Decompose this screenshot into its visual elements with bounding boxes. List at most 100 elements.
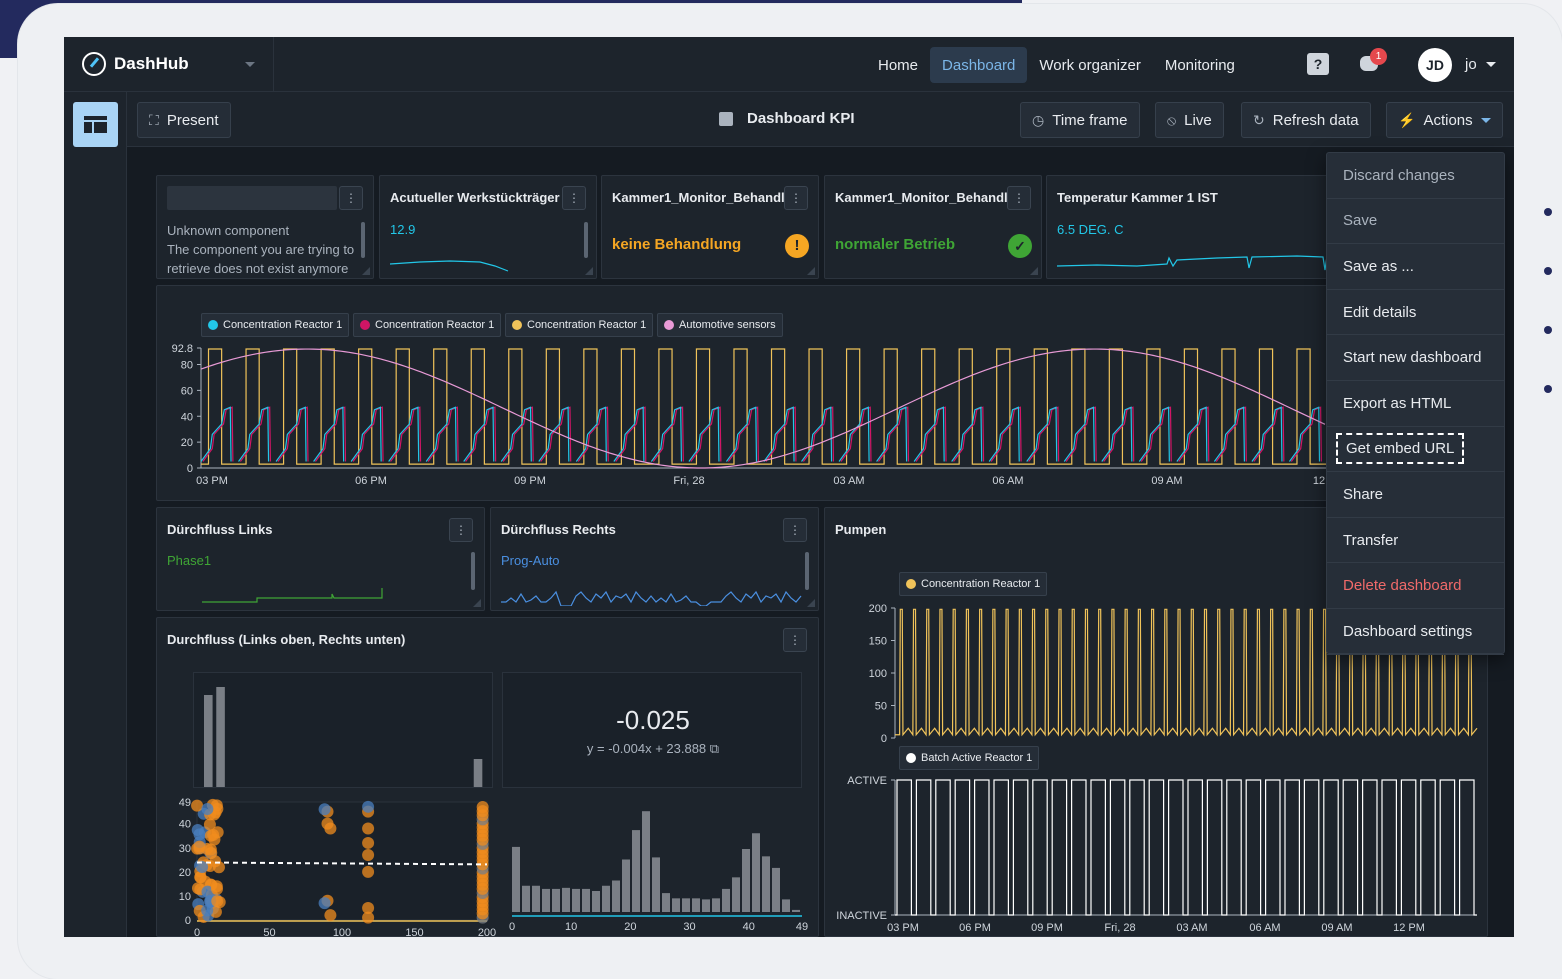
panel-menu-button[interactable]: ⋮ — [339, 186, 363, 210]
panel-menu-button[interactable]: ⋮ — [562, 186, 586, 210]
resize-handle[interactable] — [807, 599, 815, 607]
scatter-point[interactable] — [362, 849, 374, 861]
histogram-bar[interactable] — [512, 847, 520, 912]
panel-menu-button[interactable]: ⋮ — [449, 518, 473, 542]
resize-handle[interactable] — [362, 267, 370, 275]
panel-menu-button[interactable]: ⋮ — [783, 518, 807, 542]
resize-handle[interactable] — [585, 267, 593, 275]
actions-button[interactable]: ⚡ Actions — [1386, 102, 1503, 138]
legend-item[interactable]: Batch Active Reactor 1 — [899, 746, 1039, 770]
histogram-bar[interactable] — [772, 868, 780, 912]
panel-menu-button[interactable]: ⋮ — [784, 186, 808, 210]
avatar[interactable]: JD — [1418, 48, 1452, 82]
histogram-bar[interactable] — [752, 833, 760, 912]
histogram-bar[interactable] — [216, 687, 225, 787]
scatter-point[interactable] — [362, 912, 374, 924]
histogram-bar[interactable] — [712, 898, 720, 912]
menu-item-save[interactable]: Save — [1327, 199, 1504, 245]
histogram-top[interactable] — [193, 672, 493, 788]
histogram-bar[interactable] — [612, 881, 620, 913]
menu-item-save-as[interactable]: Save as ... — [1327, 244, 1504, 290]
resize-handle[interactable] — [807, 267, 815, 275]
menu-item-export-as-html[interactable]: Export as HTML — [1327, 381, 1504, 427]
histogram-bar[interactable] — [204, 695, 213, 787]
histogram-bar[interactable] — [642, 811, 650, 912]
menu-item-share[interactable]: Share — [1327, 472, 1504, 518]
nav-item-dashboard[interactable]: Dashboard — [930, 47, 1027, 83]
legend-item[interactable]: Concentration Reactor 1 — [899, 572, 1047, 596]
nav-item-work-organizer[interactable]: Work organizer — [1027, 47, 1152, 83]
histogram-bar[interactable] — [592, 891, 600, 912]
histogram-bar[interactable] — [682, 898, 690, 912]
user-name[interactable]: jo — [1465, 56, 1477, 73]
legend-item[interactable]: Concentration Reactor 1 — [353, 313, 501, 337]
notifications-button[interactable]: 1 — [1360, 53, 1382, 75]
scatter-point[interactable] — [362, 822, 374, 834]
scrollbar[interactable] — [805, 552, 809, 590]
layout-toggle-button[interactable] — [73, 102, 118, 147]
scrollbar[interactable] — [584, 222, 588, 258]
scatter-point[interactable] — [324, 822, 336, 834]
scatter-point[interactable] — [362, 801, 374, 813]
histogram-bar[interactable] — [582, 889, 590, 912]
scatter-chart[interactable]: 0 10 20 30 40 49 0 50 100 150 200 — [157, 794, 497, 937]
panel-menu-button[interactable]: ⋮ — [1007, 186, 1031, 210]
histogram-bar[interactable] — [792, 910, 800, 912]
histogram-bar[interactable] — [742, 849, 750, 912]
scatter-point[interactable] — [211, 895, 223, 907]
legend-item[interactable]: Automotive sensors — [657, 313, 783, 337]
scatter-point[interactable] — [208, 834, 220, 846]
series-line[interactable] — [895, 780, 1477, 915]
scatter-point[interactable] — [319, 897, 331, 909]
legend-item[interactable]: Concentration Reactor 1 — [505, 313, 653, 337]
histogram-bottom[interactable]: 0 10 20 30 40 49 — [502, 794, 812, 937]
live-button[interactable]: ⦸ Live — [1155, 102, 1224, 138]
app-logo[interactable]: DashHub — [82, 52, 189, 76]
menu-item-start-new-dashboard[interactable]: Start new dashboard — [1327, 335, 1504, 381]
scatter-point[interactable] — [324, 909, 336, 921]
chevron-down-icon[interactable] — [1486, 62, 1496, 67]
histogram-bar[interactable] — [732, 877, 740, 912]
menu-item-get-embed-url[interactable]: Get embed URL — [1327, 427, 1504, 473]
scatter-point[interactable] — [201, 904, 213, 916]
histogram-bar[interactable] — [474, 759, 483, 787]
histogram-bar[interactable] — [702, 899, 710, 912]
menu-item-delete-dashboard[interactable]: Delete dashboard — [1327, 563, 1504, 609]
series-line[interactable] — [201, 407, 1319, 461]
scatter-point[interactable] — [477, 801, 489, 813]
histogram-bar[interactable] — [662, 893, 670, 912]
pumpen-chart-bottom[interactable]: INACTIVE ACTIVE 03 PM 06 PM 09 PM Fri, 28 03 A… — [825, 770, 1488, 937]
histogram-bar[interactable] — [632, 830, 640, 912]
time-frame-button[interactable]: ◷ Time frame — [1020, 102, 1140, 138]
scatter-point[interactable] — [362, 837, 374, 849]
histogram-bar[interactable] — [562, 888, 570, 912]
scrollbar[interactable] — [471, 552, 475, 590]
histogram-bar[interactable] — [672, 898, 680, 912]
menu-item-transfer[interactable]: Transfer — [1327, 518, 1504, 564]
nav-item-home[interactable]: Home — [866, 47, 930, 83]
scatter-point[interactable] — [191, 800, 203, 812]
histogram-bar[interactable] — [652, 857, 660, 912]
panel-menu-button[interactable]: ⋮ — [783, 628, 807, 652]
histogram-bar[interactable] — [782, 899, 790, 912]
series-line[interactable] — [201, 349, 1327, 464]
legend-item[interactable]: Concentration Reactor 1 — [201, 313, 349, 337]
scatter-point[interactable] — [193, 841, 205, 853]
histogram-bar[interactable] — [622, 860, 630, 913]
menu-item-edit-details[interactable]: Edit details — [1327, 290, 1504, 336]
series-line[interactable] — [201, 349, 1325, 468]
histogram-bar[interactable] — [552, 889, 560, 912]
histogram-bar[interactable] — [692, 898, 700, 912]
series-line[interactable] — [203, 407, 1321, 461]
histogram-bar[interactable] — [722, 889, 730, 912]
resize-handle[interactable] — [473, 599, 481, 607]
scatter-point[interactable] — [205, 847, 217, 859]
chevron-down-icon[interactable] — [245, 62, 255, 67]
present-button[interactable]: ⛶ Present — [137, 102, 231, 138]
trend-chart[interactable]: 0 20 40 60 80 92.8 03 PM 06 PM 09 PM Fri, 28 03 AM… — [157, 338, 1336, 500]
help-icon[interactable]: ? — [1307, 53, 1329, 75]
histogram-bar[interactable] — [602, 886, 610, 912]
scatter-point[interactable] — [204, 819, 216, 831]
scatter-point[interactable] — [201, 803, 213, 815]
histogram-bar[interactable] — [542, 889, 550, 912]
